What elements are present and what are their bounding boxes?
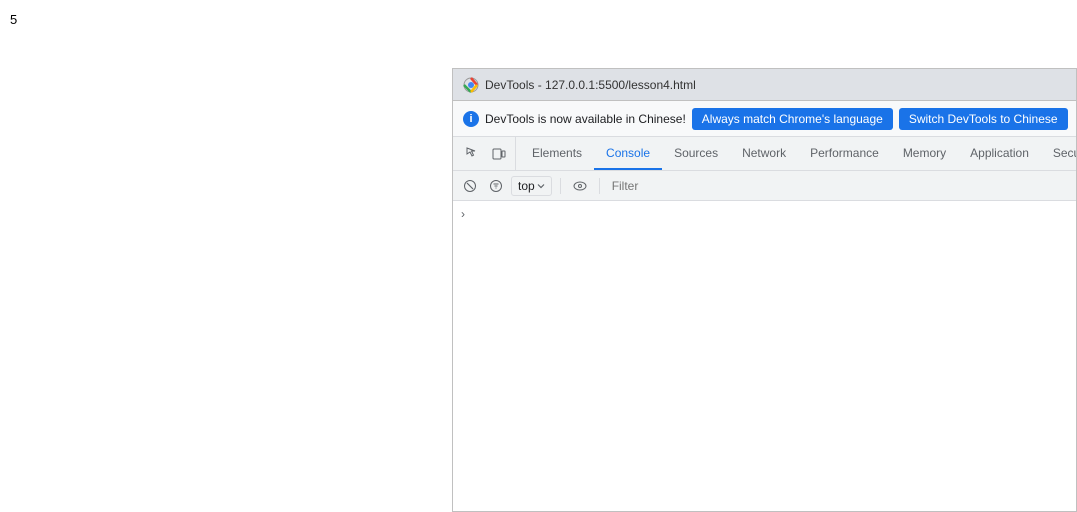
tab-application[interactable]: Application <box>958 137 1041 170</box>
devtools-panel: DevTools - 127.0.0.1:5500/lesson4.html i… <box>452 68 1077 512</box>
console-content: › <box>453 201 1076 511</box>
device-toggle-button[interactable] <box>487 142 511 166</box>
chrome-icon <box>463 77 479 93</box>
dont-button[interactable]: Don't <box>1074 108 1076 130</box>
toolbar-divider-2 <box>599 178 600 194</box>
chevron-right-icon: › <box>461 207 465 221</box>
clear-console-button[interactable] <box>459 175 481 197</box>
console-toolbar: top <box>453 171 1076 201</box>
tab-security[interactable]: Securi... <box>1041 137 1076 170</box>
switch-chinese-button[interactable]: Switch DevTools to Chinese <box>899 108 1068 130</box>
tabs-bar: Elements Console Sources Network Perform… <box>453 137 1076 171</box>
titlebar-text: DevTools - 127.0.0.1:5500/lesson4.html <box>485 78 696 92</box>
tab-sources[interactable]: Sources <box>662 137 730 170</box>
notification-bar: i DevTools is now available in Chinese! … <box>453 101 1076 137</box>
inspect-element-button[interactable] <box>461 142 485 166</box>
console-prompt[interactable]: › <box>461 205 1068 223</box>
tab-performance[interactable]: Performance <box>798 137 891 170</box>
filter-button[interactable] <box>485 175 507 197</box>
always-match-button[interactable]: Always match Chrome's language <box>692 108 893 130</box>
tab-memory[interactable]: Memory <box>891 137 958 170</box>
page-number: 5 <box>10 12 17 27</box>
eye-button[interactable] <box>569 175 591 197</box>
notification-message: DevTools is now available in Chinese! <box>485 112 686 126</box>
tab-elements[interactable]: Elements <box>520 137 594 170</box>
info-icon: i <box>463 111 479 127</box>
toolbar-divider <box>560 178 561 194</box>
toolbar-icons <box>457 137 516 170</box>
context-selector[interactable]: top <box>511 176 552 196</box>
devtools-titlebar: DevTools - 127.0.0.1:5500/lesson4.html <box>453 69 1076 101</box>
dropdown-arrow-icon <box>537 182 545 190</box>
tab-console[interactable]: Console <box>594 137 662 170</box>
tab-network[interactable]: Network <box>730 137 798 170</box>
filter-input[interactable] <box>608 177 1070 195</box>
